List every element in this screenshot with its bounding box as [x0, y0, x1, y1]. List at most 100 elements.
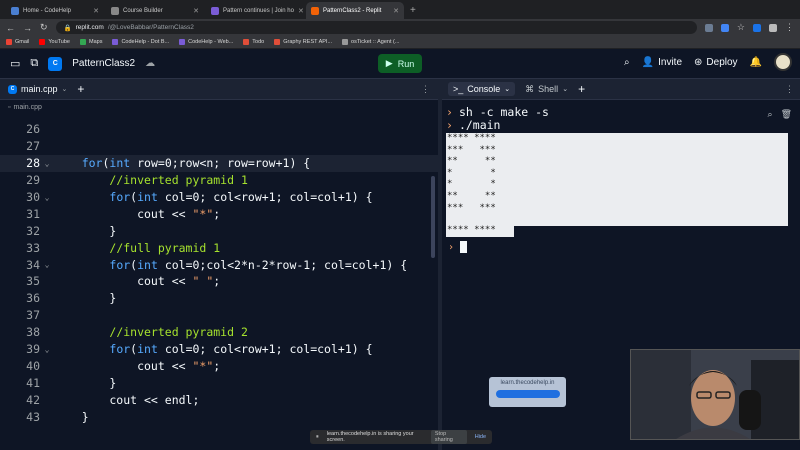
bell-icon[interactable]: 🔔	[750, 57, 762, 68]
stop-sharing-button[interactable]: Stop sharing	[430, 430, 467, 444]
invite-button[interactable]: 👤 Invite	[642, 57, 682, 68]
line-number: 38	[26, 325, 40, 340]
close-icon[interactable]: ✕	[298, 7, 304, 15]
chevron-down-icon[interactable]: ⌄	[504, 85, 510, 93]
hide-button[interactable]: Hide	[475, 434, 486, 440]
code-line[interactable]: 37	[0, 307, 438, 324]
line-number: 31	[26, 206, 40, 221]
forward-icon[interactable]: →	[23, 23, 32, 33]
more-icon[interactable]: ⋮	[421, 84, 430, 95]
project-name[interactable]: PatternClass2	[72, 58, 135, 69]
add-tab-button[interactable]: +	[77, 82, 84, 96]
webcam-overlay	[630, 349, 800, 440]
tab-main-cpp[interactable]: Cmain.cpp ⌄	[8, 84, 67, 94]
code-line[interactable]: 41 }	[0, 374, 438, 391]
reload-icon[interactable]: ↻	[40, 22, 48, 33]
output-line: **** ****	[447, 225, 496, 235]
line-number: 30	[26, 190, 40, 204]
output-line: * *	[447, 167, 496, 178]
code-line[interactable]: 31 cout << "*";	[0, 205, 438, 222]
search-icon[interactable]: ⌕	[624, 57, 630, 68]
chevron-down-icon[interactable]: ⌄	[562, 85, 568, 93]
tab-shell[interactable]: ⌘ Shell ⌄	[525, 84, 568, 95]
line-number: 35	[26, 274, 40, 289]
code-line[interactable]: 36 }	[0, 290, 438, 307]
code-line[interactable]: 27	[0, 138, 438, 155]
code-line[interactable]: 42 cout << endl;	[0, 391, 438, 408]
code-line[interactable]: 34 ⌄ for(int col=0;col<2*n-2*row-1; col=c…	[0, 256, 438, 273]
file-icon: ▫	[8, 103, 11, 111]
extension-icon[interactable]	[720, 23, 729, 32]
bookmark-item[interactable]: CodeHelp - Web...	[179, 39, 233, 45]
browser-tab[interactable]: Home - CodeHelp ✕	[6, 2, 104, 19]
code-line[interactable]: 40 cout << "*";	[0, 357, 438, 374]
bookmark-item[interactable]: Graphy REST API...	[274, 39, 332, 45]
code-line[interactable]: 33 //full pyramid 1	[0, 239, 438, 256]
cloud-icon: ☁	[145, 58, 156, 69]
close-icon[interactable]: ✕	[193, 7, 199, 15]
menu-icon[interactable]: ⋮	[785, 22, 794, 33]
chevron-down-icon[interactable]: ⌄	[62, 85, 68, 93]
browser-tab[interactable]: Course Builder ✕	[106, 2, 204, 19]
code-line[interactable]: 32 }	[0, 222, 438, 239]
bookmark-item[interactable]: CodeHelp - Dot B...	[112, 39, 169, 45]
code-line[interactable]: 29 //inverted pyramid 1	[0, 172, 438, 189]
deploy-button[interactable]: ⊛ Deploy	[694, 57, 738, 68]
star-icon[interactable]: ☆	[737, 22, 745, 33]
bookmark-item[interactable]: osTicket :: Agent (...	[342, 39, 399, 45]
back-icon[interactable]: ←	[6, 23, 15, 33]
close-icon[interactable]: ✕	[393, 7, 399, 15]
tab-console[interactable]: >_ Console ⌄	[448, 82, 516, 96]
code-token: "*"	[192, 358, 214, 373]
editor-tabs: Cmain.cpp ⌄ + ⋮	[0, 79, 438, 100]
code-line[interactable]: 35 cout << " ";	[0, 273, 438, 290]
output-selection-end[interactable]: **** ****	[446, 225, 514, 237]
trash-icon[interactable]: 🗑	[781, 109, 792, 120]
replit-logo-icon[interactable]: ⧉	[30, 57, 38, 70]
code-line[interactable]: 26	[0, 121, 438, 138]
extension-icon[interactable]	[769, 23, 777, 32]
bookmark-item[interactable]: YouTube	[39, 39, 70, 45]
output-selection[interactable]: **** **** *** *** ** ** * * * * ** ** **…	[446, 133, 788, 226]
fold-chevron-icon[interactable]: ⌄	[40, 193, 54, 202]
presenter-video	[631, 350, 799, 439]
code-line[interactable]: 39 ⌄ for(int col=0; col<row+1; col=col+1)…	[0, 341, 438, 358]
editor-scrollbar[interactable]	[431, 176, 435, 258]
extension-icon[interactable]	[704, 23, 713, 32]
bookmark-item[interactable]: Todo	[243, 39, 264, 45]
console-prompt[interactable]: ›	[448, 241, 468, 253]
fold-chevron-icon[interactable]: ⌄	[40, 159, 54, 168]
bookmark-item[interactable]: Maps	[80, 39, 102, 45]
bookmark-item[interactable]: Gmail	[6, 39, 29, 45]
code-line[interactable]: 30 ⌄ for(int col=0; col<row+1; col=col+1)…	[0, 189, 438, 206]
screen-share-bar: ⏸ learn.thecodehelp.in is sharing your s…	[310, 430, 492, 444]
sidebar-toggle-icon[interactable]: ▭	[10, 57, 20, 70]
run-button[interactable]: ▶ Run	[378, 54, 422, 73]
code-area[interactable]: 26 27 28 ⌄ for(int row=0;row<n; row=row+1) …	[0, 121, 438, 425]
add-user-icon: 👤	[641, 56, 655, 68]
search-icon[interactable]: ⌕	[768, 109, 773, 120]
browser-tab-active[interactable]: PatternClass2 - Replit ✕	[306, 2, 404, 19]
fold-chevron-icon[interactable]: ⌄	[40, 260, 54, 269]
code-line[interactable]: 43 }	[0, 408, 438, 425]
code-token: cout <<	[54, 206, 193, 221]
extension-icon[interactable]	[753, 23, 761, 32]
browser-tab[interactable]: Pattern continues | Join ho ✕	[206, 2, 304, 19]
code-token: int	[137, 257, 158, 272]
avatar[interactable]	[774, 53, 792, 71]
prompt-icon: ›	[446, 105, 453, 119]
cpp-language-icon: C	[48, 56, 63, 71]
fold-chevron-icon[interactable]: ⌄	[40, 345, 54, 354]
new-tab-button[interactable]: +	[410, 5, 416, 16]
line-number: 41	[26, 375, 40, 390]
close-icon[interactable]: ✕	[93, 7, 99, 15]
code-line[interactable]: 38 //inverted pyramid 2	[0, 324, 438, 341]
more-icon[interactable]: ⋮	[785, 84, 794, 95]
address-bar[interactable]: 🔒 replit.com/@LoveBabbar/PatternClass2	[55, 21, 697, 34]
code-token: "*"	[192, 206, 214, 221]
code-token: cout << endl;	[54, 392, 200, 407]
code-token: for	[109, 257, 131, 272]
add-tab-button[interactable]: +	[578, 82, 585, 96]
code-line[interactable]: 28 ⌄ for(int row=0;row<n; row=row+1) {	[0, 154, 438, 172]
